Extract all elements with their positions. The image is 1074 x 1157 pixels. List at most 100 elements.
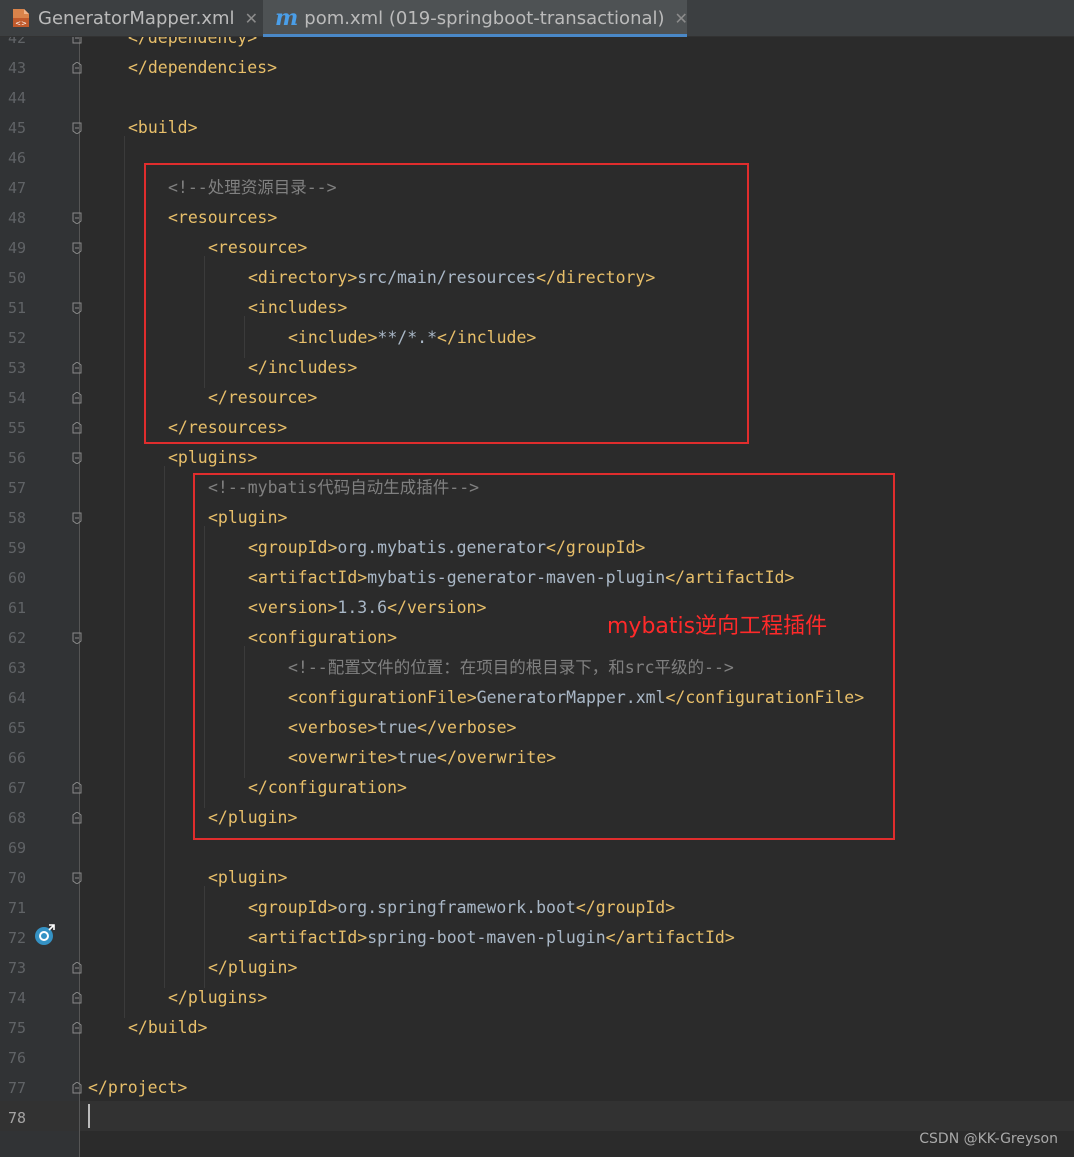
- code-line[interactable]: 47 <!--处理资源目录-->: [0, 173, 1074, 203]
- fold-marker-icon[interactable]: [72, 812, 82, 824]
- fold-marker-icon[interactable]: [72, 422, 82, 434]
- code-line[interactable]: 45 <build>: [0, 113, 1074, 143]
- code-line[interactable]: 72 <artifactId>spring-boot-maven-plugin</…: [0, 923, 1074, 953]
- fold-marker-icon[interactable]: [72, 212, 82, 224]
- code-line[interactable]: 77 </project>: [0, 1073, 1074, 1103]
- code-text: <!--处理资源目录-->: [168, 173, 337, 203]
- xml-tag: </overwrite>: [437, 748, 557, 767]
- line-number: 51: [7, 299, 26, 317]
- code-line[interactable]: 70 <plugin>: [0, 863, 1074, 893]
- code-line[interactable]: 62 <configuration>: [0, 623, 1074, 653]
- fold-marker-icon[interactable]: [72, 962, 82, 974]
- line-number: 74: [7, 989, 26, 1007]
- code-line[interactable]: 66 <overwrite>true</overwrite>: [0, 743, 1074, 773]
- tab-label: pom.xml (019-springboot-transactional): [304, 7, 665, 29]
- xml-tag: </version>: [387, 598, 487, 617]
- line-number: 77: [7, 1079, 26, 1097]
- code-line[interactable]: 59 <groupId>org.mybatis.generator</groupI…: [0, 533, 1074, 563]
- code-line[interactable]: 52 <include>**/*.*</include>: [0, 323, 1074, 353]
- code-line[interactable]: 54 </resource>: [0, 383, 1074, 413]
- code-line[interactable]: 78: [0, 1103, 1074, 1133]
- fold-marker-icon[interactable]: [72, 512, 82, 524]
- fold-marker-icon[interactable]: [72, 37, 82, 44]
- line-number: 76: [7, 1049, 26, 1067]
- tab-generatormapper-xml[interactable]: <> GeneratorMapper.xml ✕: [0, 0, 262, 36]
- text-cursor: [88, 1104, 90, 1128]
- code-line[interactable]: 64 <configurationFile>GeneratorMapper.xml…: [0, 683, 1074, 713]
- fold-marker-icon[interactable]: [72, 1022, 82, 1034]
- fold-marker-icon[interactable]: [72, 302, 82, 314]
- fold-marker-icon[interactable]: [72, 1082, 82, 1094]
- code-line[interactable]: 71 <groupId>org.springframework.boot</gro…: [0, 893, 1074, 923]
- line-number: 78: [7, 1109, 26, 1127]
- code-line[interactable]: 63 <!--配置文件的位置：在项目的根目录下，和src平级的-->: [0, 653, 1074, 683]
- line-number: 54: [7, 389, 26, 407]
- code-line[interactable]: 57 <!--mybatis代码自动生成插件-->: [0, 473, 1074, 503]
- code-text: <overwrite>true</overwrite>: [288, 743, 556, 773]
- fold-marker-icon[interactable]: [72, 872, 82, 884]
- code-line[interactable]: 55 </resources>: [0, 413, 1074, 443]
- xml-tag: </include>: [437, 328, 537, 347]
- line-number: 50: [7, 269, 26, 287]
- line-number: 52: [7, 329, 26, 347]
- line-number: 75: [7, 1019, 26, 1037]
- xml-tag: <verbose>: [288, 718, 378, 737]
- code-line[interactable]: 50 <directory>src/main/resources</directo…: [0, 263, 1074, 293]
- code-text: <includes>: [248, 293, 347, 323]
- fold-marker-icon[interactable]: [72, 242, 82, 254]
- code-line[interactable]: 73 </plugin>: [0, 953, 1074, 983]
- xml-tag: <configuration>: [248, 628, 398, 647]
- fold-marker-icon[interactable]: [72, 362, 82, 374]
- code-line[interactable]: 69: [0, 833, 1074, 863]
- xml-tag: </plugins>: [168, 988, 268, 1007]
- code-line[interactable]: 67 </configuration>: [0, 773, 1074, 803]
- code-line[interactable]: 61 <version>1.3.6</version>: [0, 593, 1074, 623]
- line-number: 61: [7, 599, 26, 617]
- code-line[interactable]: 48 <resources>: [0, 203, 1074, 233]
- code-editor[interactable]: 42 </dependency> 43 </dependencies> 44 45 <bui…: [0, 37, 1074, 1157]
- spring-boot-run-gutter-icon[interactable]: [34, 924, 56, 950]
- fold-marker-icon[interactable]: [72, 632, 82, 644]
- code-text: <groupId>org.mybatis.generator</groupId>: [248, 533, 645, 563]
- xml-text: **/*.*: [377, 328, 438, 347]
- code-line[interactable]: 53 </includes>: [0, 353, 1074, 383]
- code-line[interactable]: 60 <artifactId>mybatis-generator-maven-pl…: [0, 563, 1074, 593]
- fold-marker-icon[interactable]: [72, 392, 82, 404]
- tab-pom-xml[interactable]: m pom.xml (019-springboot-transactional)…: [263, 0, 688, 37]
- code-text: </dependency>: [128, 37, 257, 53]
- code-line[interactable]: 75 </build>: [0, 1013, 1074, 1043]
- code-line[interactable]: 43 </dependencies>: [0, 53, 1074, 83]
- xml-text: spring-boot-maven-plugin: [367, 928, 606, 947]
- code-text: <resources>: [168, 203, 277, 233]
- code-line[interactable]: 42 </dependency>: [0, 37, 1074, 53]
- code-line[interactable]: 46: [0, 143, 1074, 173]
- code-line[interactable]: 58 <plugin>: [0, 503, 1074, 533]
- fold-marker-icon[interactable]: [72, 452, 82, 464]
- code-line[interactable]: 56 <plugins>: [0, 443, 1074, 473]
- code-line[interactable]: 65 <verbose>true</verbose>: [0, 713, 1074, 743]
- close-icon[interactable]: ✕: [675, 9, 688, 28]
- code-text: <directory>src/main/resources</directory…: [248, 263, 655, 293]
- fold-marker-icon[interactable]: [72, 782, 82, 794]
- code-text: <plugin>: [208, 503, 287, 533]
- close-icon[interactable]: ✕: [245, 9, 258, 28]
- line-number: 70: [7, 869, 26, 887]
- line-number: 68: [7, 809, 26, 827]
- code-line[interactable]: 76: [0, 1043, 1074, 1073]
- line-number: 44: [7, 89, 26, 107]
- line-number: 42: [7, 37, 26, 47]
- xml-text: src/main/resources: [357, 268, 537, 287]
- xml-tag: <overwrite>: [288, 748, 398, 767]
- fold-marker-icon[interactable]: [72, 992, 82, 1004]
- xml-tag: </plugin>: [208, 958, 298, 977]
- code-text: <plugin>: [208, 863, 287, 893]
- code-line[interactable]: 49 <resource>: [0, 233, 1074, 263]
- fold-marker-icon[interactable]: [72, 62, 82, 74]
- code-text: </resources>: [168, 413, 287, 443]
- fold-marker-icon[interactable]: [72, 122, 82, 134]
- code-line[interactable]: 51 <includes>: [0, 293, 1074, 323]
- code-line[interactable]: 74 </plugins>: [0, 983, 1074, 1013]
- code-line[interactable]: 68 </plugin>: [0, 803, 1074, 833]
- code-line[interactable]: 44: [0, 83, 1074, 113]
- code-text: <artifactId>mybatis-generator-maven-plug…: [248, 563, 794, 593]
